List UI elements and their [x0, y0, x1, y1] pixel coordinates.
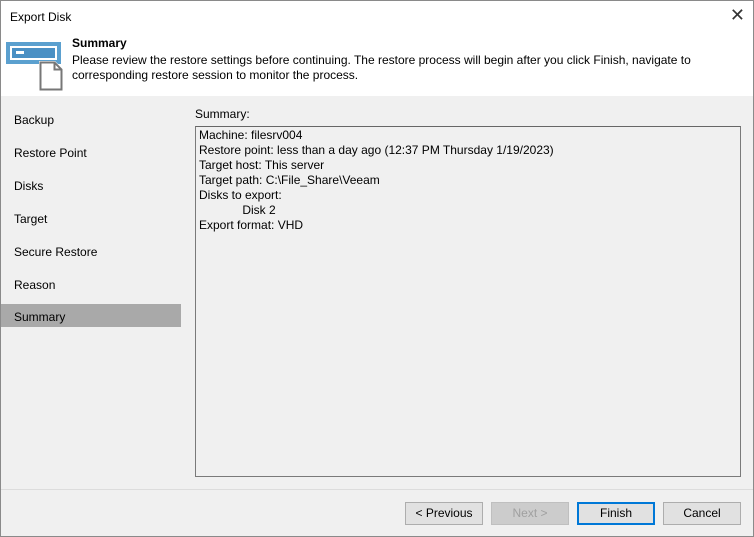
summary-textbox[interactable]: Machine: filesrv004 Restore point: less … [195, 126, 741, 477]
page-title: Summary [72, 36, 127, 50]
nav-item-reason[interactable]: Reason [1, 272, 181, 295]
nav-item-restore-point[interactable]: Restore Point [1, 140, 181, 163]
finish-button[interactable]: Finish [577, 502, 655, 525]
next-button: Next > [491, 502, 569, 525]
export-disk-dialog: Export Disk ✕ Summary Please review the … [0, 0, 754, 537]
nav-item-secure-restore[interactable]: Secure Restore [1, 239, 181, 262]
summary-panel: Summary: Machine: filesrv004 Restore poi… [181, 96, 753, 489]
window-title: Export Disk [10, 10, 72, 24]
wizard-header: Summary Please review the restore settin… [1, 33, 753, 96]
wizard-footer: < Previous Next > Finish Cancel [1, 489, 753, 536]
nav-item-disks[interactable]: Disks [1, 173, 181, 196]
page-description: Please review the restore settings befor… [72, 53, 691, 82]
wizard-steps: Backup Restore Point Disks Target Secure… [1, 96, 181, 489]
cancel-button[interactable]: Cancel [663, 502, 741, 525]
close-icon[interactable]: ✕ [730, 5, 745, 26]
nav-item-backup[interactable]: Backup [1, 107, 181, 130]
summary-label: Summary: [195, 107, 250, 121]
nav-item-target[interactable]: Target [1, 206, 181, 229]
previous-button[interactable]: < Previous [405, 502, 483, 525]
title-bar: Export Disk ✕ [1, 1, 753, 33]
nav-item-summary[interactable]: Summary [1, 304, 181, 327]
export-disk-icon [6, 42, 63, 91]
